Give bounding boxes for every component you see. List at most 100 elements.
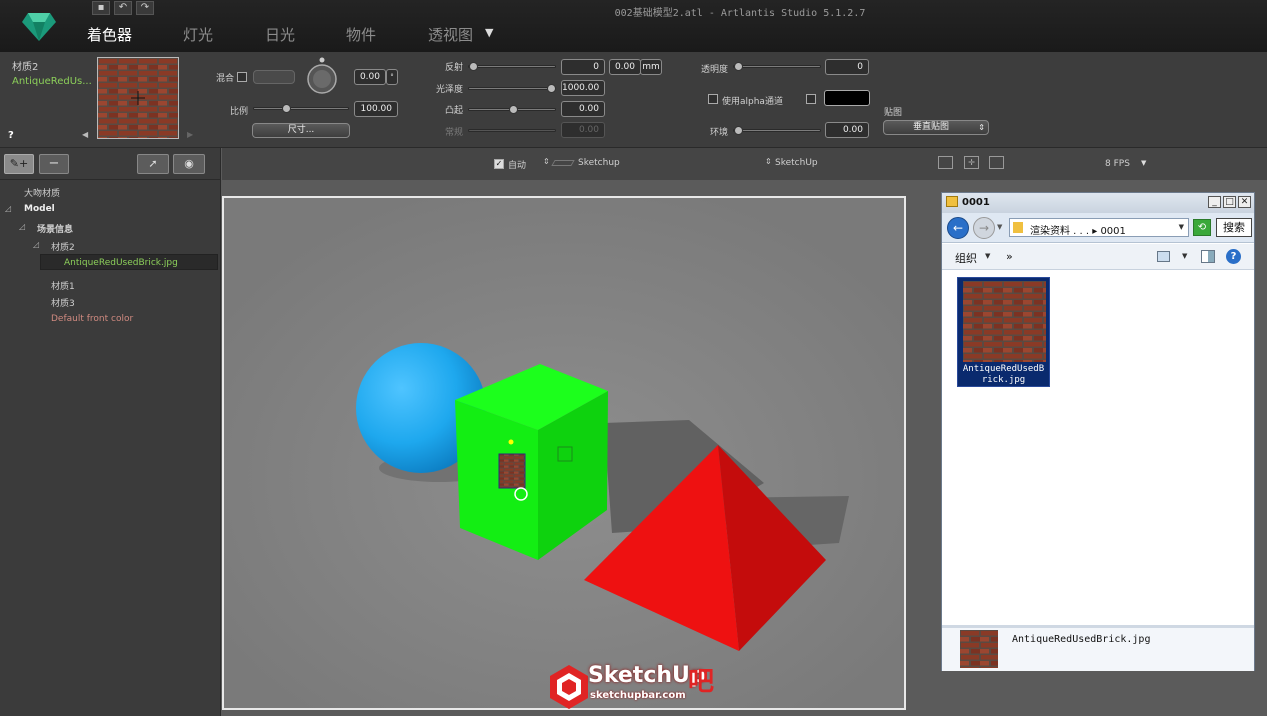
tree-item-large-material[interactable]: 大吻材质	[24, 186, 60, 199]
blend-checkbox[interactable]	[237, 72, 247, 82]
prev-texture-icon[interactable]: ◀	[82, 130, 88, 139]
back-button[interactable]: ←	[947, 217, 969, 239]
auto-checkbox[interactable]: ✓	[494, 159, 504, 169]
texture-drop-preview[interactable]	[498, 453, 526, 489]
fps-label[interactable]: 8 FPS	[1105, 159, 1130, 169]
minimize-button[interactable]: _	[1208, 196, 1221, 208]
tabs-dropdown-icon[interactable]: ▼	[485, 26, 493, 39]
blend-color-swatch[interactable]	[253, 70, 295, 84]
reflection-slider[interactable]	[468, 62, 556, 71]
sketchup-logo-icon	[550, 665, 588, 709]
size-button[interactable]: 尺寸...	[252, 123, 350, 138]
texture-preview[interactable]	[97, 57, 179, 139]
preview-viewport[interactable]	[222, 196, 906, 710]
help-icon[interactable]: ?	[1226, 249, 1241, 264]
updown-arrows-icon[interactable]: ⇕	[543, 157, 550, 166]
window-frame-icon[interactable]	[989, 156, 1004, 169]
reflection-distance-value[interactable]: 0.00	[609, 59, 641, 75]
transparency-label: 透明度	[701, 65, 729, 75]
folder-icon	[946, 196, 958, 207]
scale-label: 比例	[230, 107, 249, 117]
normal-label: 常规	[445, 128, 464, 138]
watermark-suffix: 吧	[688, 667, 715, 697]
history-dropdown-icon[interactable]: ▼	[997, 223, 1002, 231]
blend-value[interactable]: 0.00	[354, 69, 386, 85]
tab-lights[interactable]: 灯光	[183, 24, 213, 45]
blend-dial-icon[interactable]	[304, 56, 340, 96]
tab-heliodon[interactable]: 日光	[265, 24, 295, 45]
reflection-value[interactable]: 0	[561, 59, 605, 75]
bump-value[interactable]: 0.00	[561, 101, 605, 117]
transparency-value[interactable]: 0	[825, 59, 869, 75]
updown-arrows-icon-2[interactable]: ⇕	[765, 157, 772, 166]
tab-shaders[interactable]: 着色器	[87, 24, 132, 45]
tab-objects[interactable]: 物件	[346, 24, 376, 45]
tree-item-selected[interactable]: AntiqueRedUsedBrick.jpg	[40, 254, 218, 270]
explorer-titlebar[interactable]: 0001 _ □ ✕	[942, 193, 1254, 213]
shader-parameters: 材质2 AntiqueRedUs... ? ◀ ▶ 混合 0.00 ° 比例 1…	[0, 52, 1267, 148]
file-label-line2: rick.jpg	[981, 375, 1026, 385]
preview-pane-icon[interactable]	[1201, 250, 1215, 263]
tree-item-model[interactable]: Model	[24, 204, 55, 214]
forward-button[interactable]: →	[973, 217, 995, 239]
view-options-icon[interactable]	[1157, 251, 1170, 262]
undo-icon[interactable]: ↶	[114, 1, 132, 15]
eye-icon[interactable]: ◉	[173, 154, 205, 174]
transparency-slider[interactable]	[733, 62, 821, 71]
expand-model-icon[interactable]: ◿	[5, 204, 11, 213]
organize-dropdown-icon[interactable]: ▼	[985, 252, 990, 260]
mapping-select[interactable]: 垂直贴图 ⇕	[883, 120, 989, 135]
file-explorer-window: 0001 _ □ ✕ ← → ▼ 渲染资料 . . . ▸ 0001 ▼ ⟲ 搜…	[941, 192, 1255, 671]
explorer-scrollbar[interactable]	[1243, 271, 1254, 625]
pick-cursor-button[interactable]: ➚	[137, 154, 169, 174]
ambient-slider[interactable]	[733, 126, 821, 135]
expand-scene-icon[interactable]: ◿	[19, 222, 25, 231]
top-bar: ▪ ↶ ↷ 002基础模型2.atl - Artlantis Studio 5.…	[0, 0, 1267, 52]
gloss-value[interactable]: 1000.00	[561, 80, 605, 96]
next-texture-icon[interactable]: ▶	[187, 130, 193, 139]
close-button[interactable]: ✕	[1238, 196, 1251, 208]
organize-button[interactable]: 组织	[955, 250, 977, 266]
address-bar[interactable]: 渲染资料 . . . ▸ 0001 ▼	[1009, 218, 1189, 237]
add-material-button[interactable]: ✎+	[4, 154, 34, 174]
save-icon[interactable]: ▪	[92, 1, 110, 15]
tree-item-default-front-color[interactable]: Default front color	[51, 314, 133, 324]
view-dropdown-icon[interactable]: ▼	[1182, 252, 1187, 260]
blend-label: 混合	[216, 74, 235, 84]
address-dropdown-icon[interactable]: ▼	[1179, 223, 1184, 231]
degree-unit: °	[386, 69, 398, 85]
tree-item-material3[interactable]: 材质3	[51, 296, 75, 309]
tree-item-scene-info[interactable]: 场景信息	[37, 222, 73, 235]
search-input[interactable]: 搜索	[1216, 218, 1252, 237]
ambient-value[interactable]: 0.00	[825, 122, 869, 138]
expand-material2-icon[interactable]: ◿	[33, 240, 39, 249]
redo-icon[interactable]: ↷	[136, 1, 154, 15]
help-button[interactable]: ?	[8, 130, 14, 141]
artlantis-logo-icon	[22, 13, 56, 41]
tree-item-material2[interactable]: 材质2	[51, 240, 75, 253]
fps-dropdown-icon[interactable]: ▼	[1141, 159, 1146, 167]
more-commands-button[interactable]: »	[1006, 250, 1013, 263]
refresh-button[interactable]: ⟲	[1193, 219, 1211, 236]
frame-icon[interactable]	[938, 156, 953, 169]
gloss-slider[interactable]	[468, 84, 556, 93]
transparency-color-swatch[interactable]	[824, 90, 870, 106]
bump-slider[interactable]	[468, 105, 556, 114]
scale-slider[interactable]	[253, 104, 349, 113]
address-folder-icon	[1013, 222, 1023, 233]
color-enable-checkbox[interactable]	[806, 94, 816, 104]
remove-material-button[interactable]: −	[39, 154, 69, 174]
target-frame-icon[interactable]: ✛	[964, 156, 979, 169]
tree-item-material1[interactable]: 材质1	[51, 279, 75, 292]
scale-value[interactable]: 100.00	[354, 101, 398, 117]
file-tile-selected[interactable]: AntiqueRedUsedB rick.jpg	[957, 277, 1050, 387]
sketchup-view-right[interactable]: SketchUp	[775, 158, 818, 168]
watermark-url: sketchupbar.com	[590, 690, 686, 701]
mapping-value: 垂直贴图	[912, 122, 949, 132]
maximize-button[interactable]: □	[1223, 196, 1236, 208]
sketchup-view-left[interactable]: Sketchup	[578, 158, 620, 168]
mapping-label: 贴图	[884, 108, 903, 118]
tab-perspectives[interactable]: 透视图	[428, 24, 473, 45]
alpha-checkbox[interactable]	[708, 94, 718, 104]
normal-slider	[468, 129, 556, 132]
